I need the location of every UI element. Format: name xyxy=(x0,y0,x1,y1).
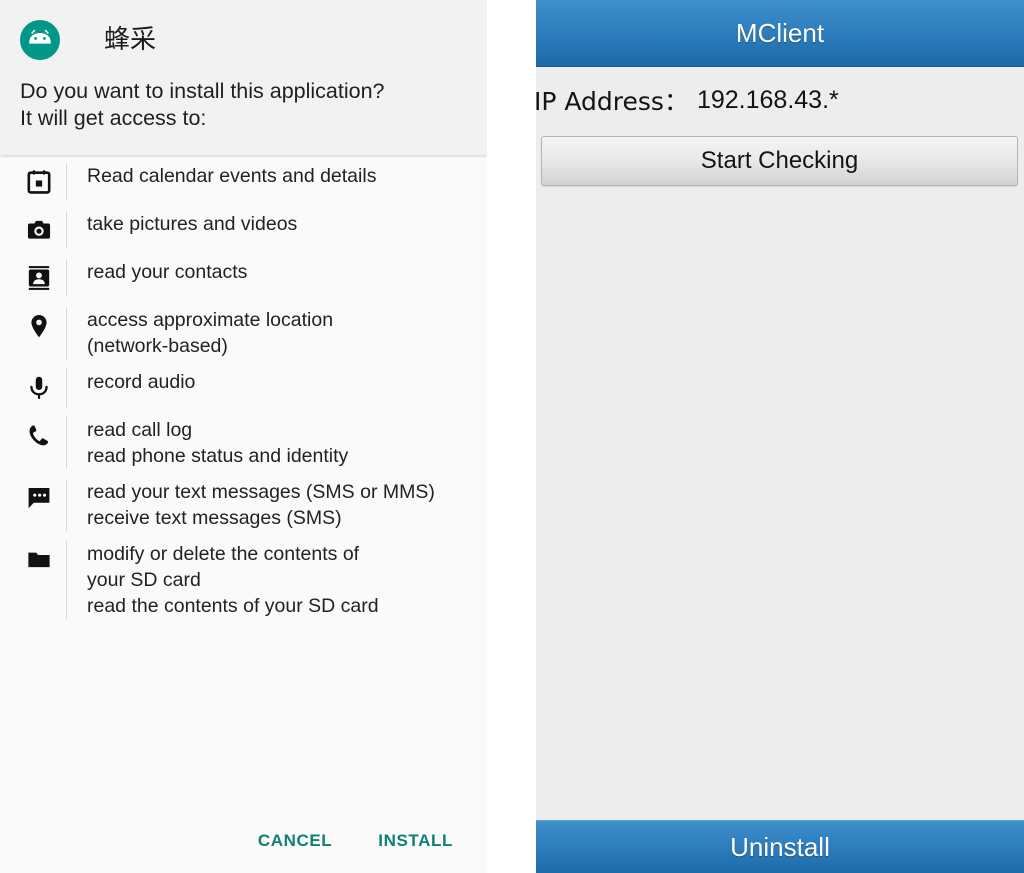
permission-line: take pictures and videos xyxy=(87,213,298,235)
permission-text-group: read your text messages (SMS or MMS) rec… xyxy=(66,479,487,531)
dialog-question-line-1: Do you want to install this application? xyxy=(20,79,385,103)
camera-icon xyxy=(22,211,56,243)
permission-text-group: modify or delete the contents of your SD… xyxy=(66,541,487,619)
dialog-header: 蜂采 Do you want to install this applicati… xyxy=(0,0,487,155)
permission-line: modify or delete the contents of your SD… xyxy=(87,543,360,591)
message-icon xyxy=(22,479,56,511)
app-name: 蜂采 xyxy=(104,25,157,55)
folder-icon xyxy=(22,541,56,573)
ip-address-value: 192.168.43.* xyxy=(696,85,839,114)
permission-row-contacts: read your contacts xyxy=(0,259,487,297)
dialog-action-bar: CANCEL INSTALL xyxy=(0,818,487,864)
permission-line: read your text messages (SMS or MMS) xyxy=(87,481,435,503)
ip-address-label: IP Address： xyxy=(536,87,689,116)
phone-icon xyxy=(22,417,56,449)
permission-row-camera: take pictures and videos xyxy=(0,211,487,249)
permission-text-group: read call log read phone status and iden… xyxy=(66,417,487,469)
location-pin-icon xyxy=(22,307,56,339)
permission-list: Read calendar events and details take pi… xyxy=(0,163,487,629)
permission-row-storage: modify or delete the contents of your SD… xyxy=(0,541,487,619)
mclient-content-area xyxy=(536,190,1024,820)
permission-text-group: access approximate location (network-bas… xyxy=(66,307,487,359)
panel-divider xyxy=(487,0,536,873)
permission-text-group: take pictures and videos xyxy=(66,211,487,249)
install-button[interactable]: INSTALL xyxy=(368,823,463,859)
ip-address-row: IP Address： 192.168.43.* xyxy=(536,82,1024,118)
permission-line: record audio xyxy=(87,371,196,393)
permission-text-group: Read calendar events and details xyxy=(66,163,487,201)
permission-row-phone: read call log read phone status and iden… xyxy=(0,417,487,469)
mclient-title: MClient xyxy=(735,17,825,48)
app-identity-row: 蜂采 xyxy=(20,18,156,62)
permission-row-calendar: Read calendar events and details xyxy=(0,163,487,201)
microphone-icon xyxy=(22,369,56,401)
permission-line: receive text messages (SMS) xyxy=(87,507,342,529)
cancel-button[interactable]: CANCEL xyxy=(248,823,342,859)
uninstall-button[interactable]: Uninstall xyxy=(536,820,1024,873)
contacts-icon xyxy=(22,259,56,291)
permission-text-group: read your contacts xyxy=(66,259,487,297)
install-permissions-dialog: 蜂采 Do you want to install this applicati… xyxy=(0,0,487,873)
calendar-icon xyxy=(22,163,56,195)
permission-row-location: access approximate location (network-bas… xyxy=(0,307,487,359)
mclient-app: MClient IP Address： 192.168.43.* Start C… xyxy=(536,0,1024,873)
permission-row-microphone: record audio xyxy=(0,369,487,407)
permission-line: read your contacts xyxy=(87,261,248,283)
permission-line: Read calendar events and details xyxy=(87,165,377,187)
permission-row-sms: read your text messages (SMS or MMS) rec… xyxy=(0,479,487,531)
start-checking-button[interactable]: Start Checking xyxy=(541,136,1018,186)
dialog-question: Do you want to install this application?… xyxy=(20,78,470,132)
permission-line: read phone status and identity xyxy=(87,445,349,467)
permission-line: read the contents of your SD card xyxy=(87,595,379,617)
dialog-question-line-2: It will get access to: xyxy=(20,106,207,130)
permission-line: read call log xyxy=(87,419,193,441)
mclient-title-bar: MClient xyxy=(536,0,1024,67)
permission-line: access approximate location (network-bas… xyxy=(87,309,334,357)
permission-text-group: record audio xyxy=(66,369,487,407)
android-robot-icon xyxy=(20,20,60,60)
